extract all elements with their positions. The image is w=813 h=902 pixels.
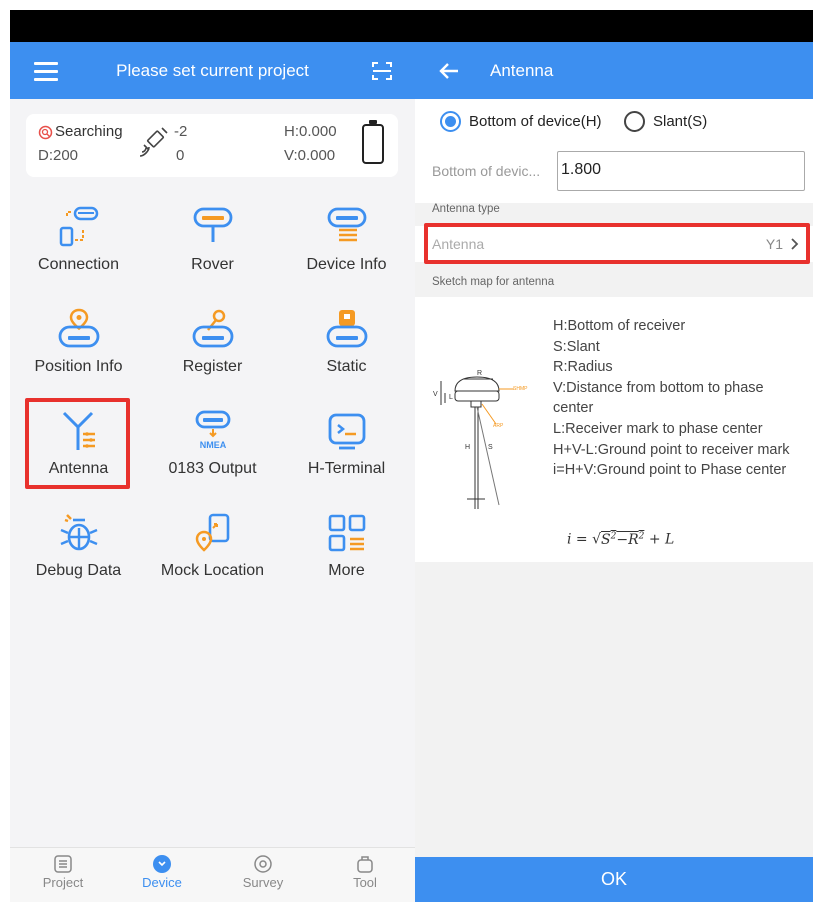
static-icon — [326, 310, 367, 348]
sketch-line: L:Receiver mark to phase center — [553, 420, 763, 437]
sketch-line: i=H+V:Ground point to Phase center — [553, 462, 787, 479]
radio-label: Bottom of device(H) — [469, 113, 602, 130]
antenna-row-highlight-box — [424, 223, 810, 264]
radio-unchecked-icon — [624, 111, 645, 132]
h-value: H:0.000 — [284, 123, 337, 140]
nav-label: Project — [42, 875, 84, 890]
radio-slant[interactable]: Slant(S) — [624, 111, 707, 132]
antenna-sketch-diagram: R SHMP L V ARP H S — [433, 370, 528, 509]
antenna-highlight-box — [25, 398, 130, 489]
ok-button[interactable]: OK — [415, 857, 813, 902]
grid-item-label: Rover — [191, 256, 234, 273]
nav-label: Survey — [242, 875, 284, 890]
gnss-status-card[interactable]: Searching D:200 -2 0 H:0.000 V:0.000 — [26, 114, 398, 177]
nav-label: Tool — [353, 875, 377, 890]
sketch-legend: H:Bottom of receiver S:Slant R:Radius V:… — [553, 316, 798, 481]
position-info-icon — [58, 308, 99, 348]
satellite-count-bottom: 0 — [176, 147, 185, 164]
device-info-icon — [327, 207, 366, 242]
project-icon — [54, 855, 72, 873]
sketch-line: H+V-L:Ground point to receiver mark — [553, 441, 790, 458]
diagram-label-shmp: SHMP — [513, 386, 528, 392]
antenna-screen: Antenna Bottom of device(H) Slant(S) Bot… — [415, 10, 813, 902]
terminal-icon — [328, 413, 365, 450]
grid-item-static[interactable]: Static — [279, 308, 414, 398]
grid-item-label: Connection — [38, 256, 119, 273]
sketch-caption: Sketch map for antenna — [432, 276, 555, 288]
grid-item-debug-data[interactable]: Debug Data — [11, 512, 146, 602]
grid-item-connection[interactable]: Connection — [11, 206, 146, 296]
grid-item-label: Position Info — [34, 358, 123, 375]
tool-icon — [357, 856, 373, 873]
grid-item-label: 0183 Output — [168, 460, 257, 477]
app-bar: Please set current project — [10, 42, 415, 99]
grid-item-0183-output[interactable]: NMEA 0183 Output — [145, 410, 280, 500]
radio-label: Slant(S) — [653, 113, 708, 130]
sketch-line: V:Distance from bottom to phase center — [553, 379, 764, 417]
v-value: V:0.000 — [284, 147, 336, 164]
grid-item-label: Static — [326, 358, 367, 375]
searching-status: Searching — [55, 123, 123, 140]
grid-item-position-info[interactable]: Position Info — [11, 308, 146, 398]
rover-icon — [193, 207, 232, 242]
page-title: Antenna — [490, 60, 554, 80]
grid-item-label: More — [328, 562, 365, 579]
nav-item-device[interactable]: Device — [122, 854, 202, 890]
nav-label: Device — [142, 875, 182, 890]
mock-location-icon — [195, 513, 229, 552]
diagram-label-arp: ARP — [493, 423, 504, 429]
app-bar: Antenna — [415, 42, 813, 99]
satellite-count-top: -2 — [174, 123, 188, 140]
diagram-label-v: V — [433, 391, 438, 398]
diagram-label-r: R — [477, 370, 482, 377]
height-mode-panel: Bottom of device(H) Slant(S) Bottom of d… — [415, 99, 813, 203]
status-bar — [10, 10, 415, 42]
grid-item-more[interactable]: More — [279, 512, 414, 602]
satellite-icon — [139, 127, 168, 157]
connection-icon — [59, 206, 98, 247]
nav-item-tool[interactable]: Tool — [325, 854, 405, 890]
grid-item-label: Debug Data — [35, 562, 122, 579]
grid-item-mock-location[interactable]: Mock Location — [145, 512, 280, 602]
antenna-type-caption: Antenna type — [432, 203, 500, 215]
register-icon — [192, 309, 233, 348]
nmea-badge: NMEA — [199, 440, 226, 450]
nmea-icon: NMEA — [195, 410, 230, 450]
height-field-label: Bottom of devic... — [432, 163, 541, 179]
status-bar — [415, 10, 813, 42]
grid-item-label: Device Info — [306, 256, 387, 273]
height-input[interactable]: 1.800 — [557, 151, 805, 191]
page-title[interactable]: Please set current project — [10, 61, 415, 81]
grid-item-device-info[interactable]: Device Info — [279, 206, 414, 296]
diagram-label-s: S — [488, 444, 493, 451]
survey-icon — [254, 855, 272, 873]
phase-center-formula: i = √S2−R2 + L — [567, 531, 675, 548]
sketch-line: S:Slant — [553, 338, 600, 355]
radio-bottom-of-device[interactable]: Bottom of device(H) — [440, 111, 602, 132]
diagram-label-l: L — [449, 394, 453, 401]
searching-icon — [38, 125, 53, 140]
grid-item-label: H-Terminal — [307, 460, 386, 477]
radio-checked-icon — [440, 111, 461, 132]
grid-item-register[interactable]: Register — [145, 308, 280, 398]
grid-item-rover[interactable]: Rover — [145, 206, 280, 296]
nav-item-survey[interactable]: Survey — [223, 854, 303, 890]
grid-item-label: Register — [182, 358, 243, 375]
more-grid-icon — [328, 514, 365, 552]
bug-icon — [60, 514, 97, 551]
device-screen: Please set current project Searching D:2… — [10, 10, 415, 902]
device-icon — [153, 855, 171, 873]
bottom-nav: Project Device Survey Tool — [10, 847, 415, 902]
scan-icon[interactable] — [371, 60, 393, 82]
sketch-line: R:Radius — [553, 359, 613, 376]
nav-item-project[interactable]: Project — [23, 854, 103, 890]
d-value: D:200 — [38, 147, 79, 164]
grid-item-h-terminal[interactable]: H-Terminal — [279, 410, 414, 500]
back-arrow-icon[interactable] — [437, 59, 461, 83]
diagram-label-h: H — [465, 444, 470, 451]
sketch-line: H:Bottom of receiver — [553, 318, 686, 334]
battery-icon — [362, 120, 384, 164]
grid-item-label: Mock Location — [160, 562, 265, 579]
